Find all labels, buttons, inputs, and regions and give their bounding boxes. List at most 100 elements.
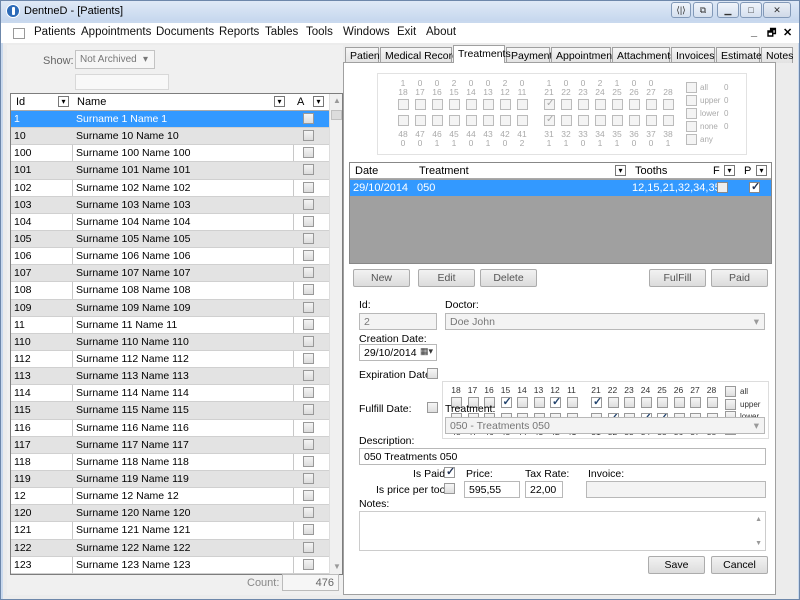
paid-button[interactable]: Paid: [711, 269, 768, 287]
menu-tables[interactable]: Tables: [265, 26, 298, 38]
menu-documents[interactable]: Documents: [156, 26, 214, 38]
row-archived-checkbox[interactable]: [303, 198, 314, 210]
row-archived-checkbox[interactable]: [303, 181, 314, 193]
menu-appointments[interactable]: Appointments: [81, 26, 151, 38]
layout-icon[interactable]: ⟨|⟩: [671, 2, 691, 18]
scroll-up-icon[interactable]: ▲: [330, 94, 342, 108]
table-row[interactable]: 120 Surname 120 Name 120: [11, 505, 329, 523]
paid-checkbox[interactable]: [749, 180, 760, 193]
row-archived-checkbox[interactable]: [303, 301, 314, 313]
chart-all-checkbox[interactable]: [725, 386, 736, 397]
upper-tooth-checkbox[interactable]: [673, 397, 685, 408]
id-field[interactable]: 2: [359, 313, 437, 330]
col-p-header[interactable]: P: [744, 165, 751, 177]
upper-tooth-checkbox[interactable]: [550, 395, 561, 408]
upper-tooth-checkbox[interactable]: [657, 397, 668, 408]
calendar-icon[interactable]: ▦▾: [420, 346, 433, 357]
filter-input[interactable]: [75, 74, 169, 90]
upper-tooth-checkbox[interactable]: [566, 397, 578, 408]
save-button[interactable]: Save: [648, 556, 705, 574]
upper-tooth-checkbox[interactable]: [533, 397, 545, 408]
table-row[interactable]: 10 Surname 10 Name 10: [11, 128, 329, 146]
mdi-restore-icon[interactable]: 🗗: [767, 26, 776, 43]
new-button[interactable]: New: [353, 269, 410, 287]
pin-icon[interactable]: ⧉: [693, 2, 713, 18]
menu-patients[interactable]: Patients: [34, 26, 76, 38]
table-row[interactable]: 112 Surname 112 Name 112: [11, 351, 329, 369]
table-row[interactable]: 114 Surname 114 Name 114: [11, 385, 329, 403]
col-date-header[interactable]: Date: [355, 165, 378, 177]
fulfill-date-checkbox[interactable]: [427, 402, 438, 413]
row-archived-checkbox[interactable]: [303, 370, 314, 382]
treatment-select[interactable]: 050 - Treatments 050 ▾: [445, 417, 765, 434]
table-row[interactable]: 115 Surname 115 Name 115: [11, 402, 329, 420]
is-paid-checkbox[interactable]: [444, 465, 455, 478]
menu-reports[interactable]: Reports: [219, 26, 259, 38]
row-archived-checkbox[interactable]: [303, 335, 314, 347]
invoice-field[interactable]: [586, 481, 766, 498]
creation-date-picker[interactable]: 29/10/2014 ▦▾: [359, 344, 437, 361]
price-input[interactable]: 595,55: [464, 481, 520, 498]
row-archived-checkbox[interactable]: [303, 404, 314, 416]
tab-invoices[interactable]: Invoices: [671, 47, 715, 63]
row-archived-checkbox[interactable]: [303, 164, 314, 176]
mdi-close-icon[interactable]: ✕: [783, 26, 792, 39]
upper-tooth-checkbox[interactable]: [607, 397, 619, 408]
upper-tooth-checkbox[interactable]: [706, 397, 718, 408]
row-archived-checkbox[interactable]: [303, 421, 314, 433]
upper-tooth-checkbox[interactable]: [591, 395, 602, 408]
row-archived-checkbox[interactable]: [303, 438, 314, 450]
row-archived-checkbox[interactable]: [303, 113, 314, 124]
row-archived-checkbox[interactable]: [303, 130, 314, 142]
table-row[interactable]: 11 Surname 11 Name 11: [11, 317, 329, 334]
row-archived-checkbox[interactable]: [303, 318, 314, 330]
row-archived-checkbox[interactable]: [303, 352, 314, 364]
maximize-button[interactable]: □: [740, 2, 762, 18]
menu-about[interactable]: About: [426, 26, 456, 38]
table-row[interactable]: 113 Surname 113 Name 113: [11, 368, 329, 386]
table-row[interactable]: 116 Surname 116 Name 116: [11, 420, 329, 437]
cancel-button[interactable]: Cancel: [711, 556, 768, 574]
col-name-header[interactable]: Name: [77, 96, 106, 108]
grid-scrollbar[interactable]: ▲ ▼: [329, 94, 342, 574]
delete-button[interactable]: Delete: [480, 269, 537, 287]
close-button[interactable]: ✕: [763, 2, 791, 18]
notes-scroll-down-icon[interactable]: ▼: [755, 540, 762, 547]
upper-tooth-checkbox[interactable]: [640, 397, 652, 408]
col-treatment-filter-icon[interactable]: ▾: [615, 165, 626, 176]
tab-attachments[interactable]: Attachments: [612, 47, 675, 63]
doctor-select[interactable]: Doe John ▾: [445, 313, 765, 330]
row-archived-checkbox[interactable]: [303, 250, 314, 262]
mdi-minimize-icon[interactable]: _: [751, 26, 757, 38]
row-archived-checkbox[interactable]: [303, 558, 314, 570]
treatment-row[interactable]: 29/10/2014 050 12,15,21,32,34,35: [350, 180, 771, 196]
col-a-filter-icon[interactable]: ▾: [313, 96, 324, 107]
row-archived-checkbox[interactable]: [303, 541, 314, 553]
edit-button[interactable]: Edit: [418, 269, 475, 287]
expiration-date-checkbox[interactable]: [427, 368, 438, 379]
table-row[interactable]: 117 Surname 117 Name 117: [11, 436, 329, 454]
chart-upper-checkbox[interactable]: [725, 398, 736, 410]
col-treatment-header[interactable]: Treatment: [419, 165, 469, 177]
table-row[interactable]: 108 Surname 108 Name 108: [11, 282, 329, 300]
tab-patient[interactable]: Patient: [345, 47, 383, 63]
table-row[interactable]: 100 Surname 100 Name 100: [11, 145, 329, 163]
tab-payments[interactable]: Payments: [506, 47, 558, 63]
upper-tooth-checkbox[interactable]: [624, 397, 635, 408]
row-archived-checkbox[interactable]: [303, 387, 314, 399]
menu-exit[interactable]: Exit: [397, 26, 416, 38]
show-filter-select[interactable]: Not Archived: [75, 50, 155, 69]
tab-treatments[interactable]: Treatments: [453, 45, 511, 63]
table-row[interactable]: 109 Surname 109 Name 109: [11, 299, 329, 317]
description-input[interactable]: 050 Treatments 050: [359, 448, 766, 465]
fulfilled-checkbox[interactable]: [717, 182, 728, 193]
table-row[interactable]: 118 Surname 118 Name 118: [11, 454, 329, 471]
tab-notes[interactable]: Notes: [761, 47, 793, 63]
table-row[interactable]: 102 Surname 102 Name 102: [11, 180, 329, 197]
table-row[interactable]: 107 Surname 107 Name 107: [11, 265, 329, 283]
menu-tools[interactable]: Tools: [306, 26, 333, 38]
col-f-header[interactable]: F: [713, 165, 720, 177]
upper-tooth-checkbox[interactable]: [500, 395, 512, 408]
scroll-thumb[interactable]: [331, 110, 342, 120]
col-tooths-header[interactable]: Tooths: [635, 165, 667, 177]
